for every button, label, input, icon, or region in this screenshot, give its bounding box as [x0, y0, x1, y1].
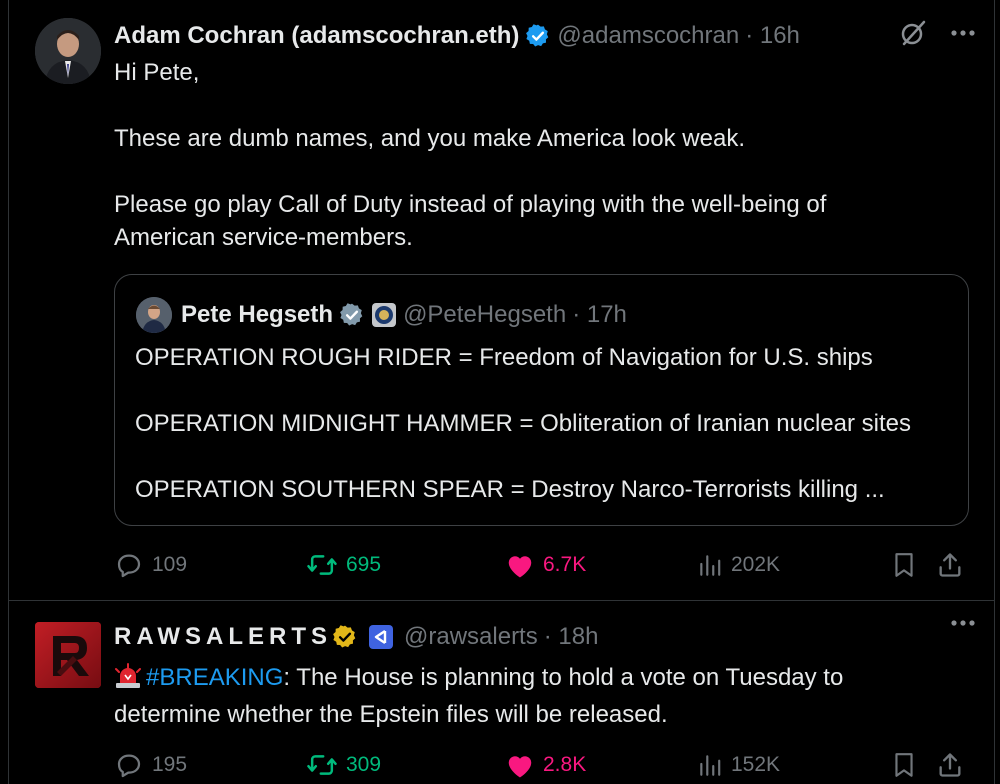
timeline-border-right	[994, 0, 995, 784]
quoted-avatar[interactable]	[136, 297, 172, 333]
repost-button[interactable]: 695	[306, 548, 381, 582]
repost-count: 695	[346, 553, 382, 576]
repost-count: 309	[346, 753, 382, 776]
tweet-text-line: determine whether the Epstein files will…	[114, 701, 668, 728]
tweet-text: Hi Pete, These are dumb names, and you m…	[114, 56, 964, 254]
share-button[interactable]	[936, 548, 964, 582]
verified-badge-icon	[525, 23, 551, 49]
quoted-text-line: OPERATION MIDNIGHT HAMMER = Obliteration…	[135, 410, 912, 437]
reply-count: 195	[152, 753, 188, 776]
share-button[interactable]	[936, 748, 964, 782]
author-handle[interactable]: @adamscochran	[557, 22, 739, 50]
quoted-text-line: OPERATION SOUTHERN SPEAR = Destroy Narco…	[135, 476, 885, 503]
views-count: 202K	[731, 553, 781, 576]
author-name[interactable]: Adam Cochran (adamscochran.eth)	[114, 22, 519, 50]
tweet-time[interactable]: · 18h	[544, 623, 599, 651]
tweet-header: RAWSALERTS @rawsalerts · 18h	[114, 619, 598, 655]
tweet-text: #BREAKING: The House is planning to hold…	[114, 661, 964, 731]
like-count: 6.7K	[543, 553, 587, 576]
reply-icon	[114, 550, 144, 580]
tweet[interactable]: RAWSALERTS @rawsalerts · 18h #BREAKING: …	[8, 601, 994, 784]
quoted-handle[interactable]: @PeteHegseth	[403, 301, 566, 329]
like-button[interactable]: 6.7K	[505, 548, 586, 582]
reply-icon	[114, 750, 144, 780]
tweet-text-line: These are dumb names, and you make Ameri…	[114, 125, 745, 152]
grok-icon[interactable]	[898, 18, 928, 48]
reply-button[interactable]: 195	[114, 748, 187, 782]
more-icon[interactable]	[950, 29, 976, 37]
reply-count: 109	[152, 553, 188, 576]
tweet-text-line: Hi Pete,	[114, 59, 200, 86]
author-name[interactable]: RAWSALERTS	[114, 623, 332, 651]
tweet-text-line: #BREAKING: The House is planning to hold…	[114, 661, 964, 698]
quoted-tweet[interactable]: Pete Hegseth @PeteHegseth · 17h OPERATIO…	[114, 274, 969, 526]
tweet-text-segment: : The House is planning to hold a vote o…	[283, 664, 844, 691]
author-handle[interactable]: @rawsalerts	[404, 623, 538, 651]
hashtag-link[interactable]: #BREAKING	[146, 664, 283, 691]
repost-button[interactable]: 309	[306, 748, 381, 782]
quoted-author-name[interactable]: Pete Hegseth	[181, 301, 333, 329]
repost-icon	[306, 550, 338, 580]
tweet-text-line: Please go play Call of Duty instead of p…	[114, 191, 827, 218]
quoted-header: Pete Hegseth @PeteHegseth · 17h	[181, 297, 627, 333]
tweet-actions: 109 695 6.7K 202K	[114, 548, 970, 582]
bookmark-button[interactable]	[891, 748, 917, 782]
siren-emoji-icon	[114, 663, 142, 698]
tweet-header: Adam Cochran (adamscochran.eth) @adamsco…	[114, 18, 800, 54]
affiliate-badge-icon	[368, 624, 394, 650]
tweet-text-line: American service-members.	[114, 224, 413, 251]
like-icon	[505, 551, 535, 579]
quoted-time[interactable]: · 17h	[572, 301, 627, 329]
like-button[interactable]: 2.8K	[505, 748, 586, 782]
views-button[interactable]: 152K	[697, 748, 780, 782]
more-icon[interactable]	[950, 619, 976, 627]
bookmark-button[interactable]	[891, 548, 917, 582]
quoted-text-line: OPERATION ROUGH RIDER = Freedom of Navig…	[135, 344, 873, 371]
tweet[interactable]: Adam Cochran (adamscochran.eth) @adamsco…	[8, 0, 994, 600]
verified-badge-icon	[339, 302, 365, 328]
like-icon	[505, 751, 535, 779]
views-icon	[697, 552, 723, 578]
tweet-actions: 195 309 2.8K 152K	[114, 748, 970, 782]
tweet-top-actions	[950, 619, 976, 627]
tweet-top-actions	[898, 18, 976, 48]
bookmark-icon	[891, 751, 917, 779]
like-count: 2.8K	[543, 753, 587, 776]
government-badge-icon	[371, 302, 397, 328]
avatar[interactable]	[35, 18, 101, 84]
share-icon	[936, 551, 964, 579]
tweet-time[interactable]: · 16h	[745, 22, 800, 50]
repost-icon	[306, 750, 338, 780]
views-icon	[697, 752, 723, 778]
share-icon	[936, 751, 964, 779]
views-button[interactable]: 202K	[697, 548, 780, 582]
avatar[interactable]	[35, 622, 101, 688]
bookmark-icon	[891, 551, 917, 579]
verified-badge-icon	[332, 624, 358, 650]
reply-button[interactable]: 109	[114, 548, 187, 582]
quoted-text: OPERATION ROUGH RIDER = Freedom of Navig…	[135, 341, 952, 506]
views-count: 152K	[731, 753, 781, 776]
